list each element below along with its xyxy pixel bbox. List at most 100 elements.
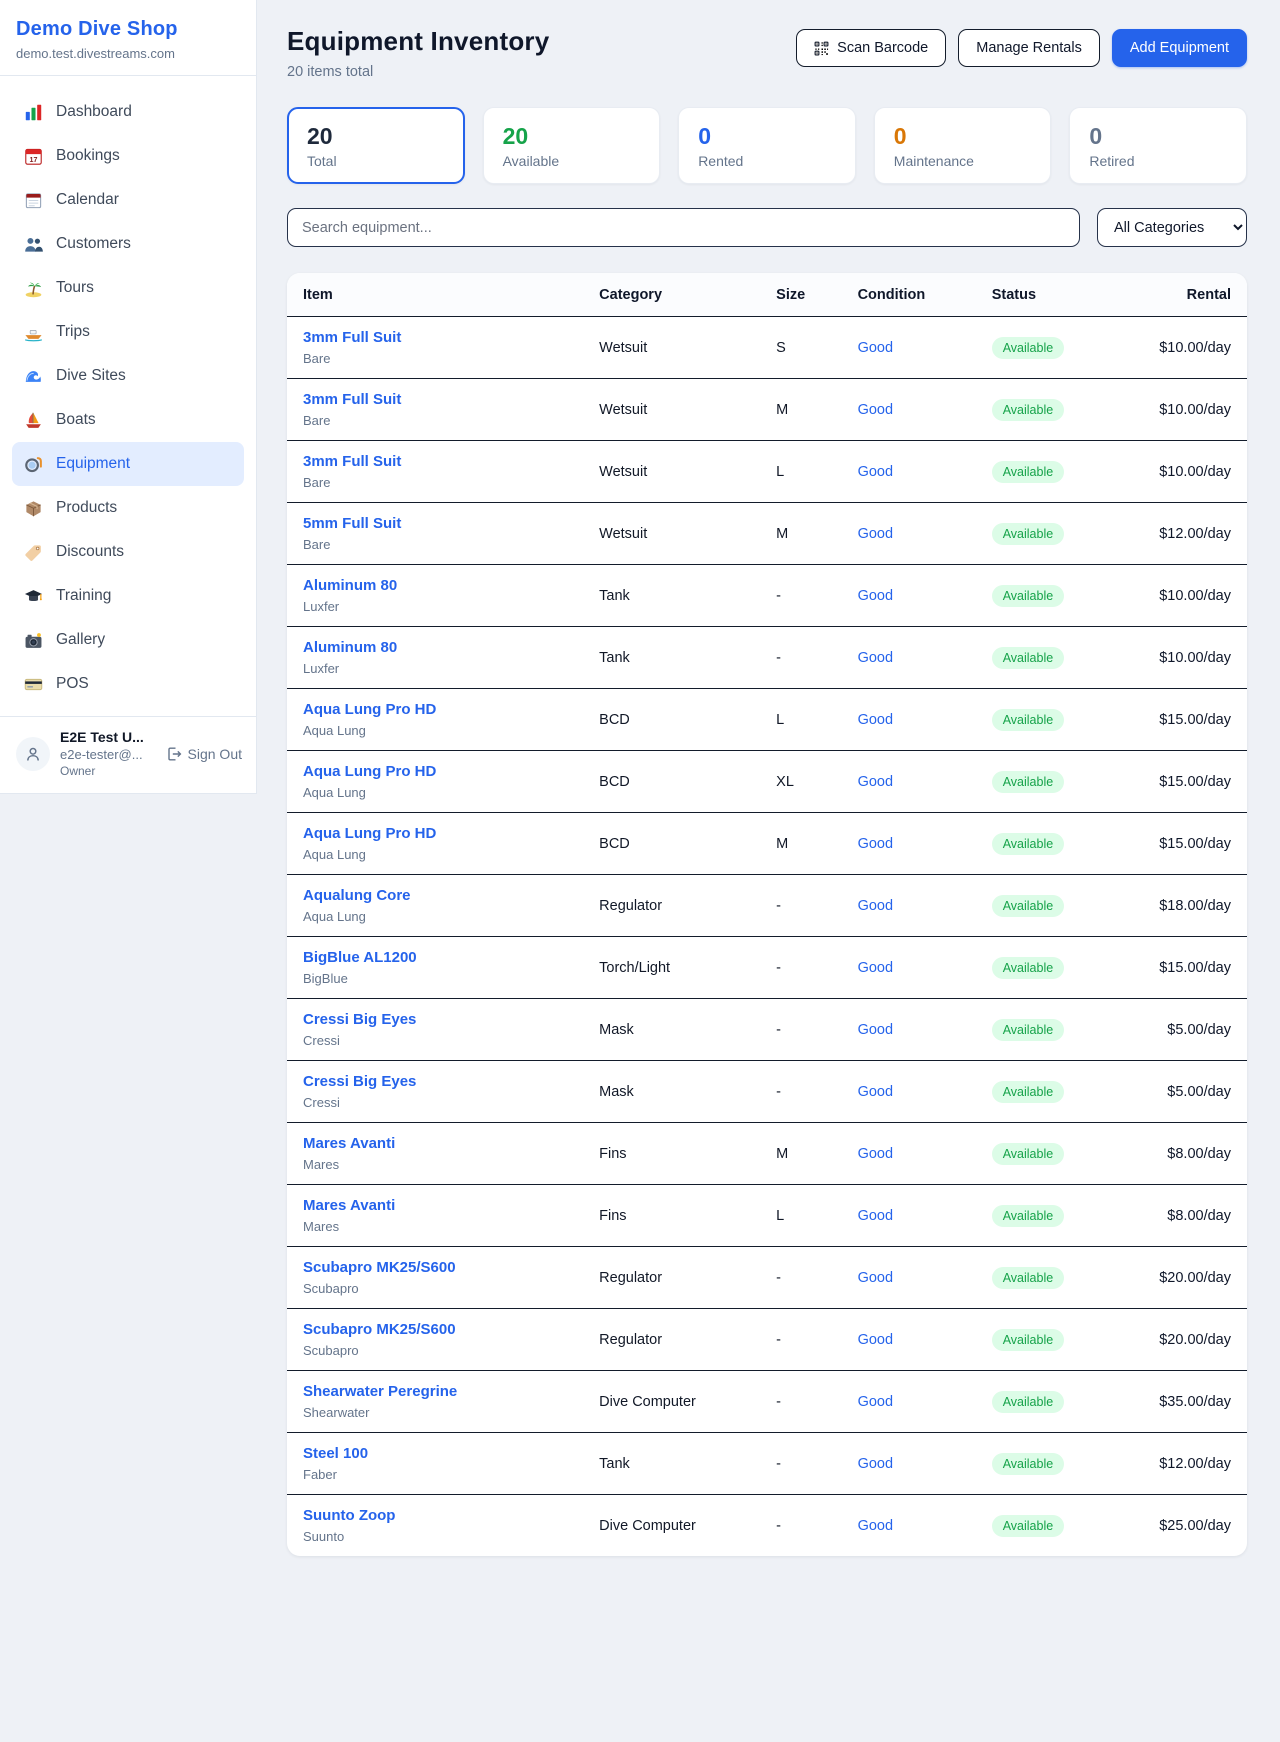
item-condition[interactable]: Good: [858, 1208, 893, 1224]
status-badge: Available: [992, 957, 1065, 979]
item-brand: Bare: [303, 537, 567, 552]
item-name-link[interactable]: Aluminum 80: [303, 639, 397, 656]
item-condition[interactable]: Good: [858, 402, 893, 418]
item-name-link[interactable]: Mares Avanti: [303, 1135, 395, 1152]
sidebar-item-dashboard[interactable]: Dashboard: [12, 90, 244, 134]
item-size: M: [760, 1123, 841, 1185]
stat-label: Retired: [1089, 153, 1227, 169]
table-row: Aqua Lung Pro HDAqua LungBCDXLGoodAvaila…: [287, 751, 1247, 813]
item-size: L: [760, 689, 841, 751]
sidebar-item-pos[interactable]: POS: [12, 662, 244, 706]
sidebar-item-training[interactable]: Training: [12, 574, 244, 618]
stat-card-rented[interactable]: 0Rented: [678, 107, 856, 184]
main-content: Equipment Inventory 20 items total Scan …: [257, 0, 1280, 1556]
item-name-link[interactable]: Scubapro MK25/S600: [303, 1321, 456, 1338]
brand-name[interactable]: Demo Dive Shop: [16, 18, 240, 41]
person-icon: [24, 745, 42, 763]
item-name-link[interactable]: 3mm Full Suit: [303, 391, 401, 408]
item-condition[interactable]: Good: [858, 1332, 893, 1348]
item-condition[interactable]: Good: [858, 898, 893, 914]
item-category: BCD: [583, 813, 760, 875]
sidebar-item-calendar[interactable]: Calendar: [12, 178, 244, 222]
status-badge: Available: [992, 1205, 1065, 1227]
item-condition[interactable]: Good: [858, 960, 893, 976]
stat-label: Total: [307, 153, 445, 169]
rental-price: $8.00/day: [1167, 1208, 1231, 1224]
stat-card-retired[interactable]: 0Retired: [1069, 107, 1247, 184]
item-category: Dive Computer: [583, 1371, 760, 1433]
stat-card-available[interactable]: 20Available: [483, 107, 661, 184]
item-condition[interactable]: Good: [858, 1146, 893, 1162]
item-name-link[interactable]: 3mm Full Suit: [303, 329, 401, 346]
manage-rentals-button[interactable]: Manage Rentals: [958, 29, 1100, 67]
rental-price: $20.00/day: [1159, 1270, 1231, 1286]
item-name-link[interactable]: Aqua Lung Pro HD: [303, 763, 436, 780]
item-condition[interactable]: Good: [858, 340, 893, 356]
item-name-link[interactable]: Suunto Zoop: [303, 1507, 395, 1524]
item-name-link[interactable]: Cressi Big Eyes: [303, 1011, 416, 1028]
rental-price: $18.00/day: [1159, 898, 1231, 914]
sidebar-item-dive-sites[interactable]: Dive Sites: [12, 354, 244, 398]
item-name-link[interactable]: 5mm Full Suit: [303, 515, 401, 532]
sidebar-item-bookings[interactable]: 17Bookings: [12, 134, 244, 178]
stat-card-maintenance[interactable]: 0Maintenance: [874, 107, 1052, 184]
stat-card-total[interactable]: 20Total: [287, 107, 465, 184]
item-condition[interactable]: Good: [858, 526, 893, 542]
add-equipment-button[interactable]: Add Equipment: [1112, 29, 1247, 67]
item-name-link[interactable]: Mares Avanti: [303, 1197, 395, 1214]
rental-price: $12.00/day: [1159, 1456, 1231, 1472]
item-condition[interactable]: Good: [858, 464, 893, 480]
sidebar-item-boats[interactable]: Boats: [12, 398, 244, 442]
stat-label: Maintenance: [894, 153, 1032, 169]
sidebar-item-trips[interactable]: Trips: [12, 310, 244, 354]
item-condition[interactable]: Good: [858, 774, 893, 790]
item-name-link[interactable]: Aqualung Core: [303, 887, 411, 904]
sign-out-button[interactable]: Sign Out: [166, 746, 242, 762]
discounts-icon: [24, 543, 43, 562]
sidebar-item-label: Trips: [56, 323, 90, 341]
item-name-link[interactable]: Aqua Lung Pro HD: [303, 701, 436, 718]
item-brand: Aqua Lung: [303, 785, 567, 800]
sidebar: Demo Dive Shop demo.test.divestreams.com…: [0, 0, 257, 794]
item-name-link[interactable]: 3mm Full Suit: [303, 453, 401, 470]
item-name-link[interactable]: BigBlue AL1200: [303, 949, 417, 966]
item-condition[interactable]: Good: [858, 1084, 893, 1100]
search-input[interactable]: [287, 208, 1080, 247]
sidebar-item-gallery[interactable]: Gallery: [12, 618, 244, 662]
sidebar-item-tours[interactable]: Tours: [12, 266, 244, 310]
item-name-link[interactable]: Aqua Lung Pro HD: [303, 825, 436, 842]
status-badge: Available: [992, 1391, 1065, 1413]
sidebar-item-discounts[interactable]: Discounts: [12, 530, 244, 574]
column-header-condition: Condition: [842, 273, 976, 317]
item-name-link[interactable]: Shearwater Peregrine: [303, 1383, 457, 1400]
item-brand: Suunto: [303, 1529, 567, 1544]
item-condition[interactable]: Good: [858, 1456, 893, 1472]
status-badge: Available: [992, 771, 1065, 793]
item-condition[interactable]: Good: [858, 1394, 893, 1410]
sidebar-item-label: Training: [56, 587, 111, 605]
item-condition[interactable]: Good: [858, 1518, 893, 1534]
item-size: -: [760, 627, 841, 689]
rental-price: $10.00/day: [1159, 402, 1231, 418]
sidebar-item-equipment[interactable]: Equipment: [12, 442, 244, 486]
item-condition[interactable]: Good: [858, 1270, 893, 1286]
item-name-link[interactable]: Cressi Big Eyes: [303, 1073, 416, 1090]
scan-barcode-button[interactable]: Scan Barcode: [796, 29, 946, 67]
item-name-link[interactable]: Steel 100: [303, 1445, 368, 1462]
item-category: Dive Computer: [583, 1495, 760, 1557]
item-condition[interactable]: Good: [858, 836, 893, 852]
item-name-link[interactable]: Aluminum 80: [303, 577, 397, 594]
table-header-row: ItemCategorySizeConditionStatusRental: [287, 273, 1247, 317]
item-condition[interactable]: Good: [858, 650, 893, 666]
sidebar-item-customers[interactable]: Customers: [12, 222, 244, 266]
filters-row: All Categories: [287, 208, 1247, 247]
sign-out-icon: [166, 746, 182, 762]
item-condition[interactable]: Good: [858, 1022, 893, 1038]
item-condition[interactable]: Good: [858, 588, 893, 604]
item-brand: BigBlue: [303, 971, 567, 986]
column-header-rental: Rental: [1143, 273, 1247, 317]
sidebar-item-products[interactable]: Products: [12, 486, 244, 530]
item-name-link[interactable]: Scubapro MK25/S600: [303, 1259, 456, 1276]
category-select[interactable]: All Categories: [1097, 208, 1247, 247]
item-condition[interactable]: Good: [858, 712, 893, 728]
